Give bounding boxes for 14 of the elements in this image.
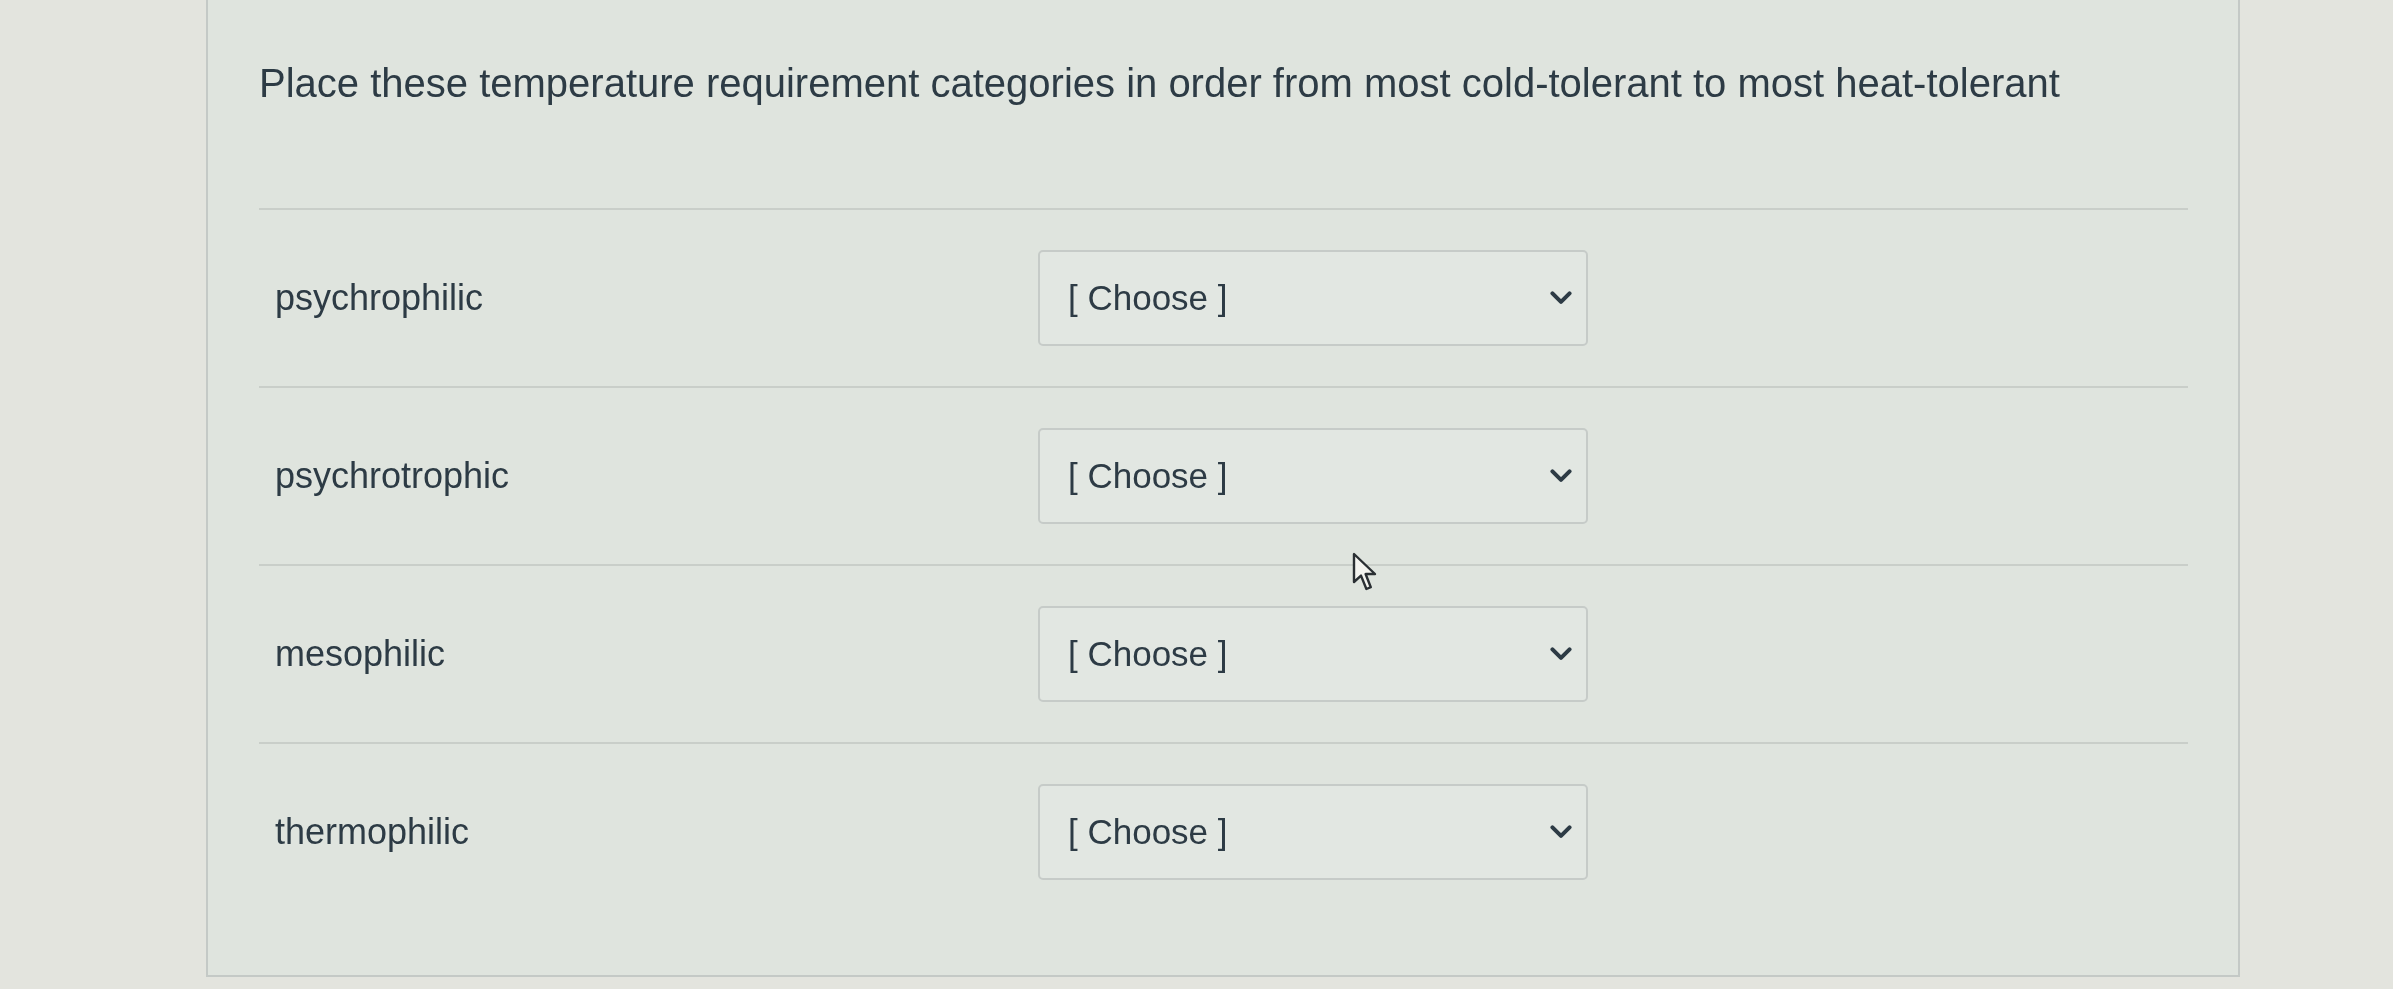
chevron-down-icon	[1550, 647, 1572, 661]
mouse-pointer-icon	[1352, 552, 1378, 592]
category-label: psychrophilic	[275, 277, 485, 319]
choose-dropdown[interactable]: [ Choose ]	[1038, 784, 1588, 880]
choose-dropdown[interactable]: [ Choose ]	[1038, 428, 1588, 524]
choose-dropdown[interactable]: [ Choose ]	[1038, 606, 1588, 702]
chevron-down-icon	[1550, 291, 1572, 305]
category-label: thermophilic	[275, 811, 471, 853]
choose-dropdown[interactable]: [ Choose ]	[1038, 250, 1588, 346]
question-text: Place these temperature requirement categories in order from most cold-tolerant to most heat-tolerant	[259, 58, 2188, 210]
chevron-down-icon	[1550, 825, 1572, 839]
chevron-down-icon	[1550, 469, 1572, 483]
category-label: psychrotrophic	[275, 455, 511, 497]
category-label: mesophilic	[275, 633, 447, 675]
